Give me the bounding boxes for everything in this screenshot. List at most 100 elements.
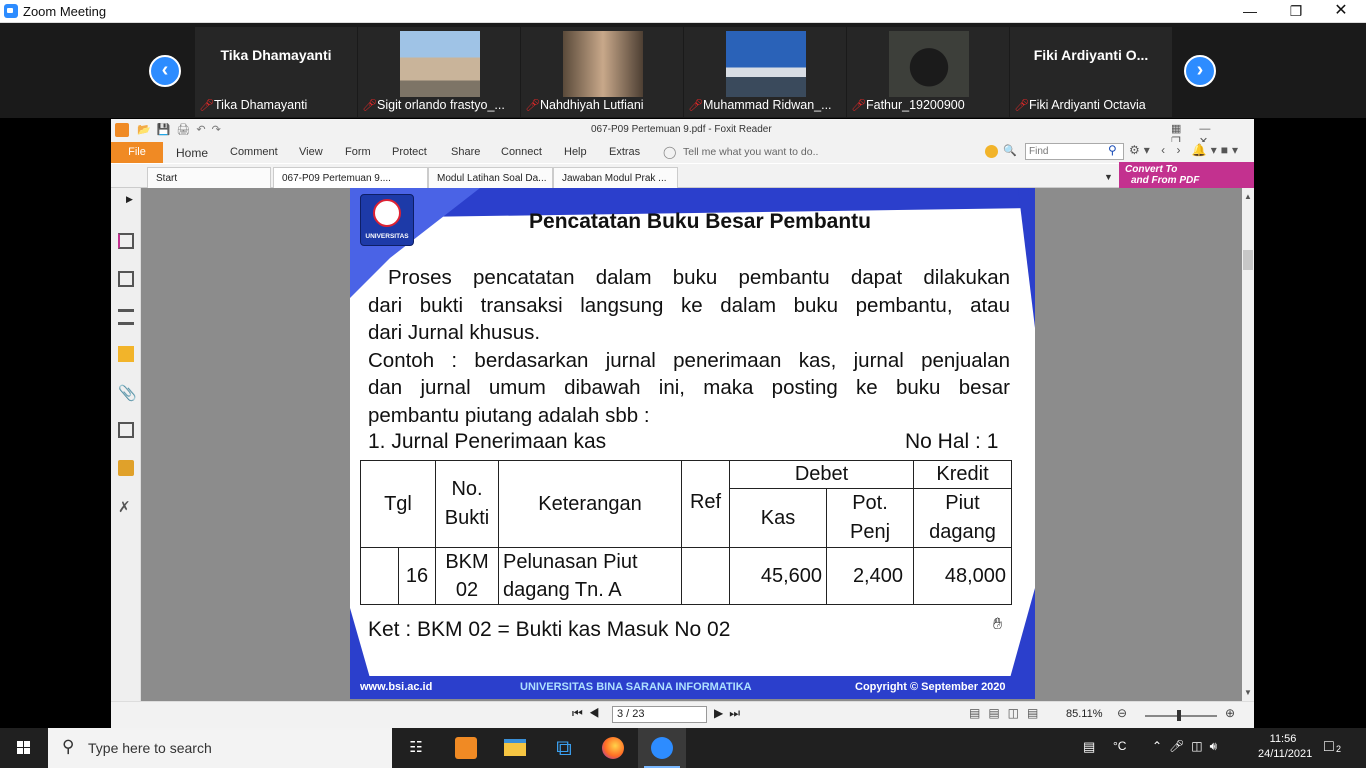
- zoom-in-icon[interactable]: ⊕: [1225, 706, 1235, 720]
- tab-list-chevron-icon[interactable]: ▼: [1104, 172, 1113, 182]
- foxit-reader-window: 📂💾🖨↶↷ 067-P09 Pertemuan 9.pdf - Foxit Re…: [111, 119, 1254, 728]
- participant-video: [726, 31, 806, 97]
- left-navigation-panel: ▶ 📎 ✗: [111, 188, 141, 728]
- taskbar-search-box[interactable]: ⚲ Type here to search: [48, 728, 392, 768]
- footer-website: www.bsi.ac.id: [360, 681, 433, 693]
- pages-icon[interactable]: [118, 271, 134, 287]
- foxit-status-bar: ⏮◀ 3 / 23 ▶⏭ ▤▤◫▤ 85.11% ⊖ ⊕: [111, 701, 1254, 728]
- menu-help[interactable]: Help: [564, 146, 587, 158]
- temperature-unit[interactable]: °C: [1113, 739, 1126, 753]
- cell-kas: 45,600: [729, 547, 827, 605]
- convert-line-2: and From PDF: [1131, 175, 1200, 186]
- participant-tile[interactable]: Fiki Ardiyanti O... 🎤︎Fiki Ardiyanti Oct…: [1010, 27, 1172, 117]
- layers-icon[interactable]: [118, 309, 134, 325]
- participant-label: 🎤︎Muhammad Ridwan_...: [688, 98, 832, 112]
- document-tab-bar: Start 067-P09 Pertemuan 9.... Modul Lati…: [111, 164, 1254, 188]
- weather-icon[interactable]: ▤: [1083, 739, 1095, 755]
- header-no-bukti-line-2: Bukti: [444, 507, 490, 529]
- logo-text: UNIVERSITAS: [365, 233, 409, 240]
- vertical-scrollbar[interactable]: ▲ ▼: [1242, 188, 1254, 701]
- scroll-up-icon[interactable]: ▲: [1244, 192, 1252, 201]
- panel-expand-icon[interactable]: ▶: [126, 194, 133, 205]
- university-logo: UNIVERSITAS: [360, 194, 414, 246]
- foxit-taskbar-icon[interactable]: [442, 728, 490, 768]
- next-last-page-buttons[interactable]: ▶⏭: [714, 706, 746, 721]
- zoom-level[interactable]: 85.11%: [1066, 708, 1103, 720]
- cell-ref: [681, 547, 730, 605]
- bookmark-icon[interactable]: [118, 233, 134, 249]
- zoom-out-icon[interactable]: ⊖: [1117, 706, 1127, 720]
- tab-modul-latihan[interactable]: Modul Latihan Soal Da...: [428, 167, 553, 188]
- zoom-taskbar-icon[interactable]: [638, 728, 686, 768]
- menu-form[interactable]: Form: [345, 146, 371, 158]
- notification-icon[interactable]: □: [1324, 738, 1334, 756]
- header-tgl: Tgl: [360, 460, 436, 548]
- minimize-button[interactable]: —: [1227, 0, 1273, 23]
- tab-jawaban-modul[interactable]: Jawaban Modul Prak ...: [553, 167, 678, 188]
- smile-icon[interactable]: [985, 145, 998, 158]
- attachment-icon[interactable]: 📎: [118, 384, 137, 402]
- menu-view[interactable]: View: [299, 146, 323, 158]
- signature-icon[interactable]: [118, 422, 134, 438]
- page-number-input[interactable]: 3 / 23: [612, 706, 707, 723]
- menu-protect[interactable]: Protect: [392, 146, 427, 158]
- file-explorer-icon[interactable]: [491, 728, 539, 768]
- participant-video: [889, 31, 969, 97]
- menu-home[interactable]: Home: [176, 146, 208, 160]
- first-prev-page-buttons[interactable]: ⏮◀: [572, 706, 606, 721]
- prev-participants-button[interactable]: ‹: [149, 55, 181, 87]
- tab-pertemuan-9[interactable]: 067-P09 Pertemuan 9....: [273, 167, 428, 188]
- participant-tile[interactable]: 🎤︎Sigit orlando frastyo_...: [358, 27, 520, 117]
- participant-tile[interactable]: 🎤︎Muhammad Ridwan_...: [684, 27, 846, 117]
- cell-ket-line-2: dagang Tn. A: [503, 579, 622, 601]
- scroll-down-icon[interactable]: ▼: [1244, 688, 1252, 697]
- para1-line-3: dari Jurnal khusus.: [368, 321, 541, 344]
- muted-mic-icon: 🎤︎: [199, 98, 215, 112]
- foxit-title-bar: 📂💾🖨↶↷ 067-P09 Pertemuan 9.pdf - Foxit Re…: [111, 119, 1254, 148]
- participant-tile[interactable]: 🎤︎Fathur_19200900: [847, 27, 1009, 117]
- participant-tile[interactable]: 🎤︎Nahdhiyah Lutfiani: [521, 27, 683, 117]
- close-button[interactable]: ✕: [1318, 0, 1364, 23]
- para2-line-2: dan jurnal umum dibawah ini, maka postin…: [368, 376, 1010, 399]
- security-lock-icon[interactable]: [118, 460, 134, 476]
- header-piut-line-2: dagang: [929, 521, 996, 543]
- restore-button[interactable]: ❐: [1273, 0, 1319, 23]
- page-layout-icons[interactable]: ▤▤◫▤: [969, 706, 1046, 720]
- footer-copyright: Copyright © September 2020: [855, 681, 1006, 693]
- next-participants-button[interactable]: ›: [1184, 55, 1216, 87]
- start-button[interactable]: [0, 728, 48, 768]
- muted-mic-icon: 🎤︎: [362, 98, 378, 112]
- participant-name: Tika Dhamayanti: [220, 47, 332, 63]
- zoom-slider-thumb[interactable]: [1177, 710, 1181, 721]
- pdf-page: UNIVERSITAS Pencatatan Buku Besar Pemban…: [350, 188, 1035, 699]
- tell-me-input[interactable]: Tell me what you want to do..: [683, 146, 818, 158]
- vscode-icon[interactable]: ⧉: [540, 728, 588, 768]
- quick-access-toolbar[interactable]: 📂💾🖨↶↷: [137, 123, 227, 136]
- scroll-thumb[interactable]: [1243, 250, 1253, 270]
- zoom-slider[interactable]: [1145, 715, 1217, 717]
- firefox-icon[interactable]: [589, 728, 637, 768]
- clock[interactable]: 11:56 24/11/2021: [1258, 732, 1312, 762]
- muted-mic-icon: 🎤︎: [1014, 98, 1030, 112]
- cell-tgl: 16: [398, 547, 436, 605]
- menu-comment[interactable]: Comment: [230, 146, 278, 158]
- menu-share[interactable]: Share: [451, 146, 480, 158]
- tab-start[interactable]: Start: [147, 167, 271, 188]
- comments-icon[interactable]: [118, 346, 134, 362]
- folder-search-icon[interactable]: 🔍: [1003, 144, 1017, 157]
- slide-title: Pencatatan Buku Besar Pembantu: [529, 210, 871, 233]
- cell-ket-line-1: Pelunasan Piut: [503, 551, 638, 573]
- participant-tile[interactable]: Tika Dhamayanti 🎤︎Tika Dhamayanti: [195, 27, 357, 117]
- task-view-icon[interactable]: ☷: [392, 728, 440, 768]
- system-tray-icons[interactable]: ⌃🎤︎◫🔊︎: [1152, 739, 1224, 754]
- toolbar-extra-icons[interactable]: ⚙▾ ‹ › 🔔▾■▾: [1129, 143, 1242, 157]
- document-viewport[interactable]: UNIVERSITAS Pencatatan Buku Besar Pemban…: [141, 188, 1242, 701]
- convert-pdf-banner[interactable]: Convert To and From PDF: [1119, 162, 1254, 188]
- file-menu-button[interactable]: File: [111, 142, 163, 163]
- menu-connect[interactable]: Connect: [501, 146, 542, 158]
- menu-extras[interactable]: Extras: [609, 146, 640, 158]
- tools-icon[interactable]: ✗: [118, 498, 134, 516]
- header-piut-dagang: Piut dagang: [913, 488, 1012, 548]
- find-search-icon[interactable]: ⚲: [1108, 143, 1117, 157]
- header-no-bukti-line-1: No.: [451, 478, 483, 500]
